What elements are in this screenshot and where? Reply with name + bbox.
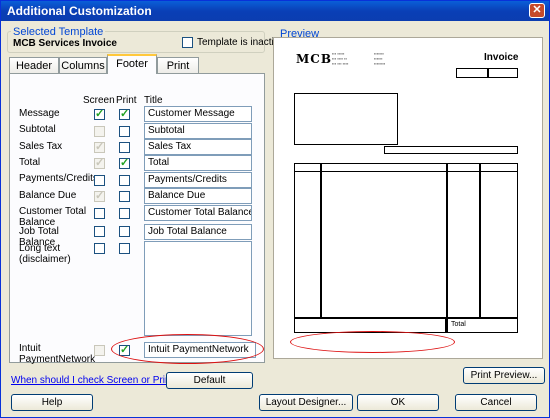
row-label-total: Total bbox=[19, 157, 41, 168]
long-text-print-checkbox[interactable] bbox=[119, 243, 130, 254]
invoice-preview: MCB ▪▪▪ ▪▪▪▪▪ ▪▪▪ ▪▪▪▪ ▪▪ ▪▪▪ ▪▪▪ ▪▪▪▪ ▪▪▪… bbox=[273, 37, 543, 359]
preview-column-divider-2 bbox=[446, 163, 448, 333]
row-label-payments-credits: Payments/Credits bbox=[19, 173, 98, 184]
job-total-balance-title-input[interactable]: Job Total Balance bbox=[144, 224, 252, 240]
help-button[interactable]: Help bbox=[11, 394, 93, 411]
message-print-checkbox[interactable]: ✓ bbox=[119, 108, 130, 120]
balance-due-print-checkbox[interactable] bbox=[119, 191, 130, 202]
subtotal-title-input[interactable]: Subtotal bbox=[144, 123, 252, 139]
tab-print[interactable]: Print bbox=[157, 57, 199, 74]
selected-template-label: Selected Template bbox=[11, 26, 106, 38]
column-header-screen: Screen bbox=[83, 95, 115, 106]
print-preview-button[interactable]: Print Preview... bbox=[463, 367, 545, 384]
preview-line-items-table bbox=[294, 163, 518, 318]
column-header-print: Print bbox=[116, 95, 137, 106]
job-total-balance-screen-checkbox[interactable] bbox=[94, 226, 105, 237]
close-icon[interactable]: ✕ bbox=[529, 3, 545, 18]
customer-total-balance-print-checkbox[interactable] bbox=[119, 208, 130, 219]
window-title: Additional Customization bbox=[7, 4, 152, 18]
preview-logo: MCB bbox=[296, 52, 332, 66]
row-label-balance-due: Balance Due bbox=[19, 190, 77, 201]
row-label-sales-tax: Sales Tax bbox=[19, 141, 63, 152]
preview-company-contact: ▪▪▪▪▪▪▪ ▪▪▪▪▪▪ ▪▪▪▪▪▪▪▪ bbox=[374, 51, 386, 66]
total-print-checkbox[interactable]: ✓ bbox=[119, 157, 130, 169]
total-title-input[interactable]: Total bbox=[144, 155, 252, 171]
sales-tax-screen-checkbox[interactable]: ✓ bbox=[94, 141, 105, 153]
total-screen-checkbox[interactable]: ✓ bbox=[94, 157, 105, 169]
cancel-button[interactable]: Cancel bbox=[455, 394, 537, 411]
sales-tax-title-input[interactable]: Sales Tax bbox=[144, 139, 252, 155]
balance-due-title-input[interactable]: Balance Due bbox=[144, 188, 252, 204]
template-inactive-checkbox[interactable] bbox=[182, 37, 193, 48]
title-bar: Additional Customization ✕ bbox=[1, 1, 549, 21]
job-total-balance-print-checkbox[interactable] bbox=[119, 226, 130, 237]
payment-network-screen-checkbox[interactable] bbox=[94, 345, 105, 356]
preview-company-address: ▪▪▪ ▪▪▪▪▪ ▪▪▪ ▪▪▪▪ ▪▪ ▪▪▪ ▪▪▪ ▪▪▪▪ bbox=[332, 51, 349, 66]
row-label-long-text: Long text (disclaimer) bbox=[19, 243, 71, 265]
tab-columns[interactable]: Columns bbox=[59, 57, 107, 74]
ok-button[interactable]: OK bbox=[357, 394, 439, 411]
preview-invoice-title: Invoice bbox=[484, 52, 519, 63]
preview-highlight-oval bbox=[290, 331, 455, 353]
payments-credits-screen-checkbox[interactable] bbox=[94, 175, 105, 186]
payments-credits-title-input[interactable]: Payments/Credits bbox=[144, 172, 252, 188]
long-text-screen-checkbox[interactable] bbox=[94, 243, 105, 254]
sales-tax-print-checkbox[interactable] bbox=[119, 142, 130, 153]
subtotal-print-checkbox[interactable] bbox=[119, 126, 130, 137]
customer-total-balance-screen-checkbox[interactable] bbox=[94, 208, 105, 219]
template-name: MCB Services Invoice bbox=[13, 38, 117, 49]
customer-total-balance-title-input[interactable]: Customer Total Balance bbox=[144, 205, 252, 221]
row-label-intuit-payment-network: Intuit PaymentNetwork bbox=[19, 343, 96, 365]
message-title-input[interactable]: Customer Message bbox=[144, 106, 252, 122]
tab-header[interactable]: Header bbox=[9, 57, 59, 74]
tab-footer[interactable]: Footer bbox=[107, 54, 157, 74]
balance-due-screen-checkbox[interactable]: ✓ bbox=[94, 190, 105, 202]
message-screen-checkbox[interactable]: ✓ bbox=[94, 108, 105, 120]
column-header-title: Title bbox=[144, 95, 163, 106]
row-label-customer-total-balance: Customer Total Balance bbox=[19, 206, 87, 228]
additional-customization-window: Additional Customization ✕ Selected Temp… bbox=[0, 0, 550, 418]
screen-or-print-help-link[interactable]: When should I check Screen or Print? bbox=[11, 375, 179, 386]
payment-network-highlight-oval bbox=[111, 334, 264, 364]
preview-total-label: Total bbox=[451, 321, 466, 328]
long-text-title-textarea[interactable] bbox=[144, 241, 252, 336]
layout-designer-button[interactable]: Layout Designer... bbox=[259, 394, 353, 411]
preview-bill-to-box bbox=[294, 93, 398, 145]
subtotal-screen-checkbox[interactable] bbox=[94, 126, 105, 137]
preview-table-header bbox=[294, 163, 518, 172]
template-inactive-label: Template is inactive bbox=[197, 37, 285, 48]
preview-terms-row bbox=[384, 146, 518, 154]
row-label-subtotal: Subtotal bbox=[19, 124, 56, 135]
default-button[interactable]: Default bbox=[166, 372, 253, 389]
payments-credits-print-checkbox[interactable] bbox=[119, 175, 130, 186]
preview-column-divider-1 bbox=[320, 163, 322, 318]
preview-date-divider bbox=[487, 68, 489, 78]
preview-column-divider-3 bbox=[479, 163, 481, 318]
row-label-message: Message bbox=[19, 108, 60, 119]
